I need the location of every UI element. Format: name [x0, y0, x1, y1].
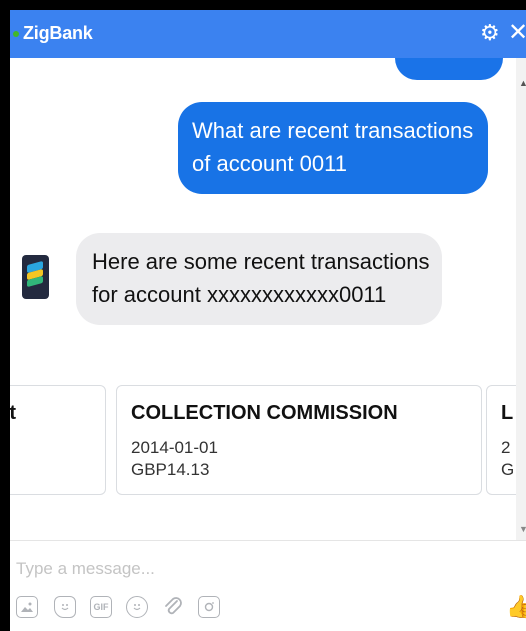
transaction-card[interactable]: ent — [10, 385, 106, 495]
transaction-title: COLLECTION COMMISSION — [131, 402, 398, 424]
camera-icon[interactable] — [198, 596, 220, 618]
close-icon[interactable]: ✕ — [508, 21, 526, 45]
chat-title: ZigBank — [23, 23, 93, 43]
transaction-title: ent — [10, 402, 16, 425]
user-message: What are recent transactions of account … — [178, 102, 488, 194]
transaction-date: 2 — [501, 438, 511, 457]
bot-avatar — [22, 255, 49, 299]
chat-header: ZigBank ⚙ ✕ — [10, 10, 526, 58]
gear-icon[interactable]: ⚙ — [480, 21, 500, 45]
transaction-card[interactable]: COLLECTION COMMISSION 2014-01-01 GBP14.1… — [116, 385, 482, 495]
scroll-down-icon[interactable]: ▼ — [519, 524, 526, 534]
message-input[interactable] — [16, 559, 416, 579]
transaction-title: L — [501, 402, 514, 424]
previous-message-bubble — [395, 58, 503, 80]
transaction-date: 2014-01-01 — [131, 438, 218, 457]
gif-icon[interactable]: GIF — [90, 596, 112, 618]
image-icon[interactable] — [16, 596, 38, 618]
scroll-up-icon[interactable]: ▲ — [519, 78, 526, 88]
chat-window: ZigBank ⚙ ✕ What are recent transactions… — [10, 10, 526, 631]
emoji-icon[interactable] — [126, 596, 148, 618]
sticker-icon[interactable] — [54, 596, 76, 618]
transaction-amount: G — [501, 460, 515, 479]
divider — [10, 540, 526, 541]
attachment-icon[interactable] — [162, 596, 184, 618]
scrollbar[interactable] — [516, 58, 526, 540]
message-list: What are recent transactions of account … — [10, 58, 526, 540]
bot-message: Here are some recent transactions for ac… — [76, 233, 442, 325]
online-status-icon — [13, 31, 19, 37]
transaction-amount: GBP14.13 — [131, 460, 210, 479]
like-icon[interactable]: 👍 — [506, 594, 526, 620]
